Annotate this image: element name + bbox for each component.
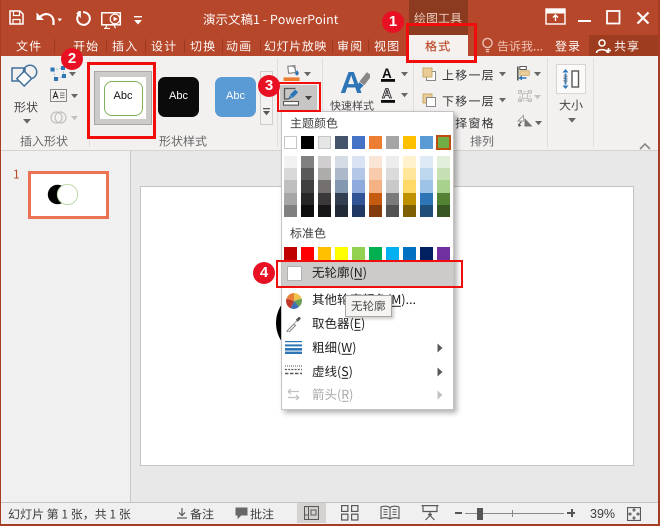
svg-text:A: A: [382, 86, 392, 101]
svg-text:A: A: [382, 66, 392, 81]
svg-text:A: A: [340, 65, 362, 98]
